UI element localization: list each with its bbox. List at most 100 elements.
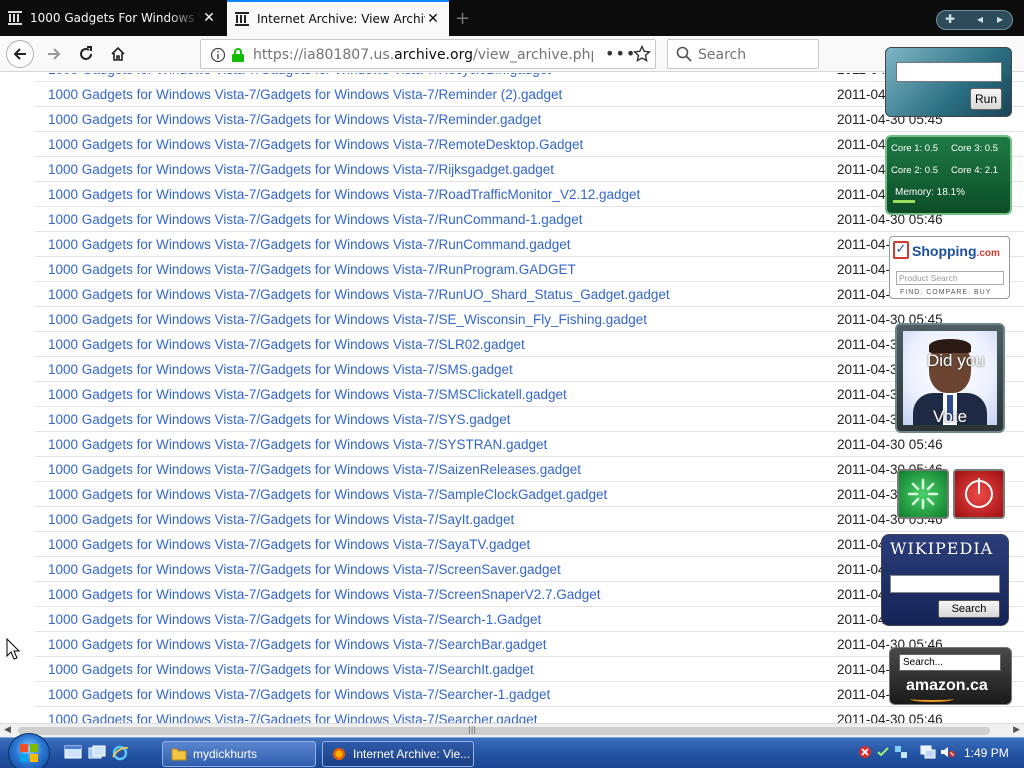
slideshow-gadget[interactable]: Did you Vote <box>895 323 1005 433</box>
table-row: 1000 Gadgets for Windows Vista-7/Gadgets… <box>35 107 1024 132</box>
url-bar[interactable]: https://ia801807.us.archive.org/view_arc… <box>200 39 656 69</box>
shopping-logo: Shopping.com <box>912 243 1000 259</box>
close-icon[interactable]: ✕ <box>201 10 217 26</box>
file-link[interactable]: 1000 Gadgets for Windows Vista-7/Gadgets… <box>48 482 607 507</box>
file-link[interactable]: 1000 Gadgets for Windows Vista-7/Gadgets… <box>48 73 551 82</box>
table-row: 1000 Gadgets for Windows Vista-7/Gadgets… <box>35 407 1024 432</box>
horizontal-scrollbar[interactable]: ◀ ||| ▶ <box>0 723 1024 737</box>
internet-explorer-icon[interactable] <box>111 745 129 761</box>
file-link[interactable]: 1000 Gadgets for Windows Vista-7/Gadgets… <box>48 707 538 723</box>
scrollbar-thumb[interactable] <box>18 727 990 735</box>
file-link[interactable]: 1000 Gadgets for Windows Vista-7/Gadgets… <box>48 382 567 407</box>
reload-button[interactable] <box>72 40 100 68</box>
file-link[interactable]: 1000 Gadgets for Windows Vista-7/Gadgets… <box>48 182 640 207</box>
shopping-gadget: ✓ Shopping.com Product Search FIND. COMP… <box>889 236 1010 299</box>
table-row: 1000 Gadgets for Windows Vista-7/Gadgets… <box>35 82 1024 107</box>
table-row: 1000 Gadgets for Windows Vista-7/Gadgets… <box>35 457 1024 482</box>
file-link[interactable]: 1000 Gadgets for Windows Vista-7/Gadgets… <box>48 657 534 682</box>
amazon-gadget: Search... amazon.ca <box>889 647 1012 705</box>
file-link[interactable]: 1000 Gadgets for Windows Vista-7/Gadgets… <box>48 307 647 332</box>
taskbar-item-firefox[interactable]: Internet Archive: Vie... <box>322 741 474 767</box>
next-icon[interactable]: ▸ <box>997 12 1003 26</box>
new-tab-button[interactable]: + <box>455 8 470 29</box>
file-link[interactable]: 1000 Gadgets for Windows Vista-7/Gadgets… <box>48 557 561 582</box>
file-link[interactable]: 1000 Gadgets for Windows Vista-7/Gadgets… <box>48 632 547 657</box>
file-link[interactable]: 1000 Gadgets for Windows Vista-7/Gadgets… <box>48 157 554 182</box>
amazon-search-input[interactable]: Search... <box>899 654 1001 671</box>
file-link[interactable]: 1000 Gadgets for Windows Vista-7/Gadgets… <box>48 257 576 282</box>
file-link[interactable]: 1000 Gadgets for Windows Vista-7/Gadgets… <box>48 232 571 257</box>
search-icon <box>676 46 692 62</box>
file-link[interactable]: 1000 Gadgets for Windows Vista-7/Gadgets… <box>48 607 541 632</box>
file-link[interactable]: 1000 Gadgets for Windows Vista-7/Gadgets… <box>48 132 583 157</box>
file-link[interactable]: 1000 Gadgets for Windows Vista-7/Gadgets… <box>48 207 583 232</box>
run-command-input[interactable] <box>896 62 1002 82</box>
start-button[interactable] <box>8 733 50 768</box>
arrow-left-icon <box>13 48 26 60</box>
info-icon[interactable] <box>210 47 226 63</box>
navigation-bar: https://ia801807.us.archive.org/view_arc… <box>0 36 1024 72</box>
slideshow-photo: Did you Vote <box>903 331 997 425</box>
show-desktop-icon[interactable] <box>64 745 82 761</box>
home-icon <box>111 46 125 61</box>
tab-strip: 1000 Gadgets For Windows Vista-7 ✕ Inter… <box>0 0 1024 36</box>
page-actions-button[interactable]: ••• <box>605 44 636 63</box>
home-button[interactable] <box>104 40 132 68</box>
table-row: 1000 Gadgets for Windows Vista-7/Gadgets… <box>35 532 1024 557</box>
network-tray-icon[interactable] <box>894 745 908 759</box>
previous-icon[interactable]: ◂ <box>977 12 983 26</box>
file-link[interactable]: 1000 Gadgets for Windows Vista-7/Gadgets… <box>48 582 601 607</box>
core-1-usage: Core 1: 0.5 <box>891 143 938 154</box>
wikipedia-search-input[interactable] <box>890 575 1000 593</box>
file-link[interactable]: 1000 Gadgets for Windows Vista-7/Gadgets… <box>48 507 514 532</box>
table-row: 1000 Gadgets for Windows Vista-7/Gadgets… <box>35 257 1024 282</box>
file-link[interactable]: 1000 Gadgets for Windows Vista-7/Gadgets… <box>48 82 562 107</box>
file-link[interactable]: 1000 Gadgets for Windows Vista-7/Gadgets… <box>48 532 530 557</box>
scroll-right-icon[interactable]: ▶ <box>1013 725 1020 735</box>
file-link[interactable]: 1000 Gadgets for Windows Vista-7/Gadgets… <box>48 407 511 432</box>
url-suffix: /view_archive.php?a <box>472 47 593 63</box>
sparkle-icon <box>907 478 939 510</box>
taskbar: mydickhurts Internet Archive: Vie... 1:4… <box>0 733 1024 768</box>
back-button[interactable] <box>6 40 34 68</box>
taskbar-item-label: Internet Archive: Vie... <box>353 747 471 761</box>
wikipedia-title: Wikipedia <box>890 539 994 558</box>
table-row: 1000 Gadgets for Windows Vista-7/Gadgets… <box>35 73 1024 82</box>
system-clock[interactable]: 1:49 PM <box>964 746 1009 760</box>
shopping-tld: .com <box>976 248 1000 259</box>
tab-internet-archive[interactable]: Internet Archive: View Archive ✕ <box>227 0 449 36</box>
search-input[interactable]: Search <box>667 39 819 69</box>
add-gadget-icon[interactable]: ✚ <box>945 12 955 26</box>
file-date: 2011-04-30 05:46 <box>837 437 943 452</box>
table-row: 1000 Gadgets for Windows Vista-7/Gadgets… <box>35 507 1024 532</box>
action-center-icon[interactable] <box>876 745 890 759</box>
bookmark-star-icon[interactable] <box>633 45 651 63</box>
table-row: 1000 Gadgets for Windows Vista-7/Gadgets… <box>35 207 1024 232</box>
file-link[interactable]: 1000 Gadgets for Windows Vista-7/Gadgets… <box>48 332 525 357</box>
file-link[interactable]: 1000 Gadgets for Windows Vista-7/Gadgets… <box>48 432 547 457</box>
file-link[interactable]: 1000 Gadgets for Windows Vista-7/Gadgets… <box>48 357 513 382</box>
file-link[interactable]: 1000 Gadgets for Windows Vista-7/Gadgets… <box>48 457 581 482</box>
table-row: 1000 Gadgets for Windows Vista-7/Gadgets… <box>35 382 1024 407</box>
security-alert-icon[interactable] <box>858 745 872 759</box>
table-row: 1000 Gadgets for Windows Vista-7/Gadgets… <box>35 557 1024 582</box>
file-link[interactable]: 1000 Gadgets for Windows Vista-7/Gadgets… <box>48 682 550 707</box>
display-tray-icon[interactable] <box>920 745 936 759</box>
shopping-brand: Shopping <box>912 243 977 259</box>
forward-button[interactable] <box>40 40 68 68</box>
volume-muted-icon[interactable] <box>940 745 956 759</box>
shutdown-gadget[interactable] <box>953 469 1005 519</box>
taskbar-item-folder[interactable]: mydickhurts <box>162 741 316 767</box>
close-icon[interactable]: ✕ <box>425 11 441 27</box>
wikipedia-search-button[interactable]: Search <box>938 600 1000 618</box>
file-link[interactable]: 1000 Gadgets for Windows Vista-7/Gadgets… <box>48 107 541 132</box>
table-row: 1000 Gadgets for Windows Vista-7/Gadgets… <box>35 682 1024 707</box>
product-search-input[interactable]: Product Search <box>896 271 1004 285</box>
scroll-left-icon[interactable]: ◀ <box>4 725 11 735</box>
refresh-gadget[interactable] <box>897 469 949 519</box>
file-link[interactable]: 1000 Gadgets for Windows Vista-7/Gadgets… <box>48 282 670 307</box>
switch-windows-icon[interactable] <box>88 745 106 761</box>
run-button[interactable]: Run <box>970 88 1002 110</box>
tab-gadgets[interactable]: 1000 Gadgets For Windows Vista-7 ✕ <box>0 0 225 36</box>
lock-icon <box>232 48 244 62</box>
